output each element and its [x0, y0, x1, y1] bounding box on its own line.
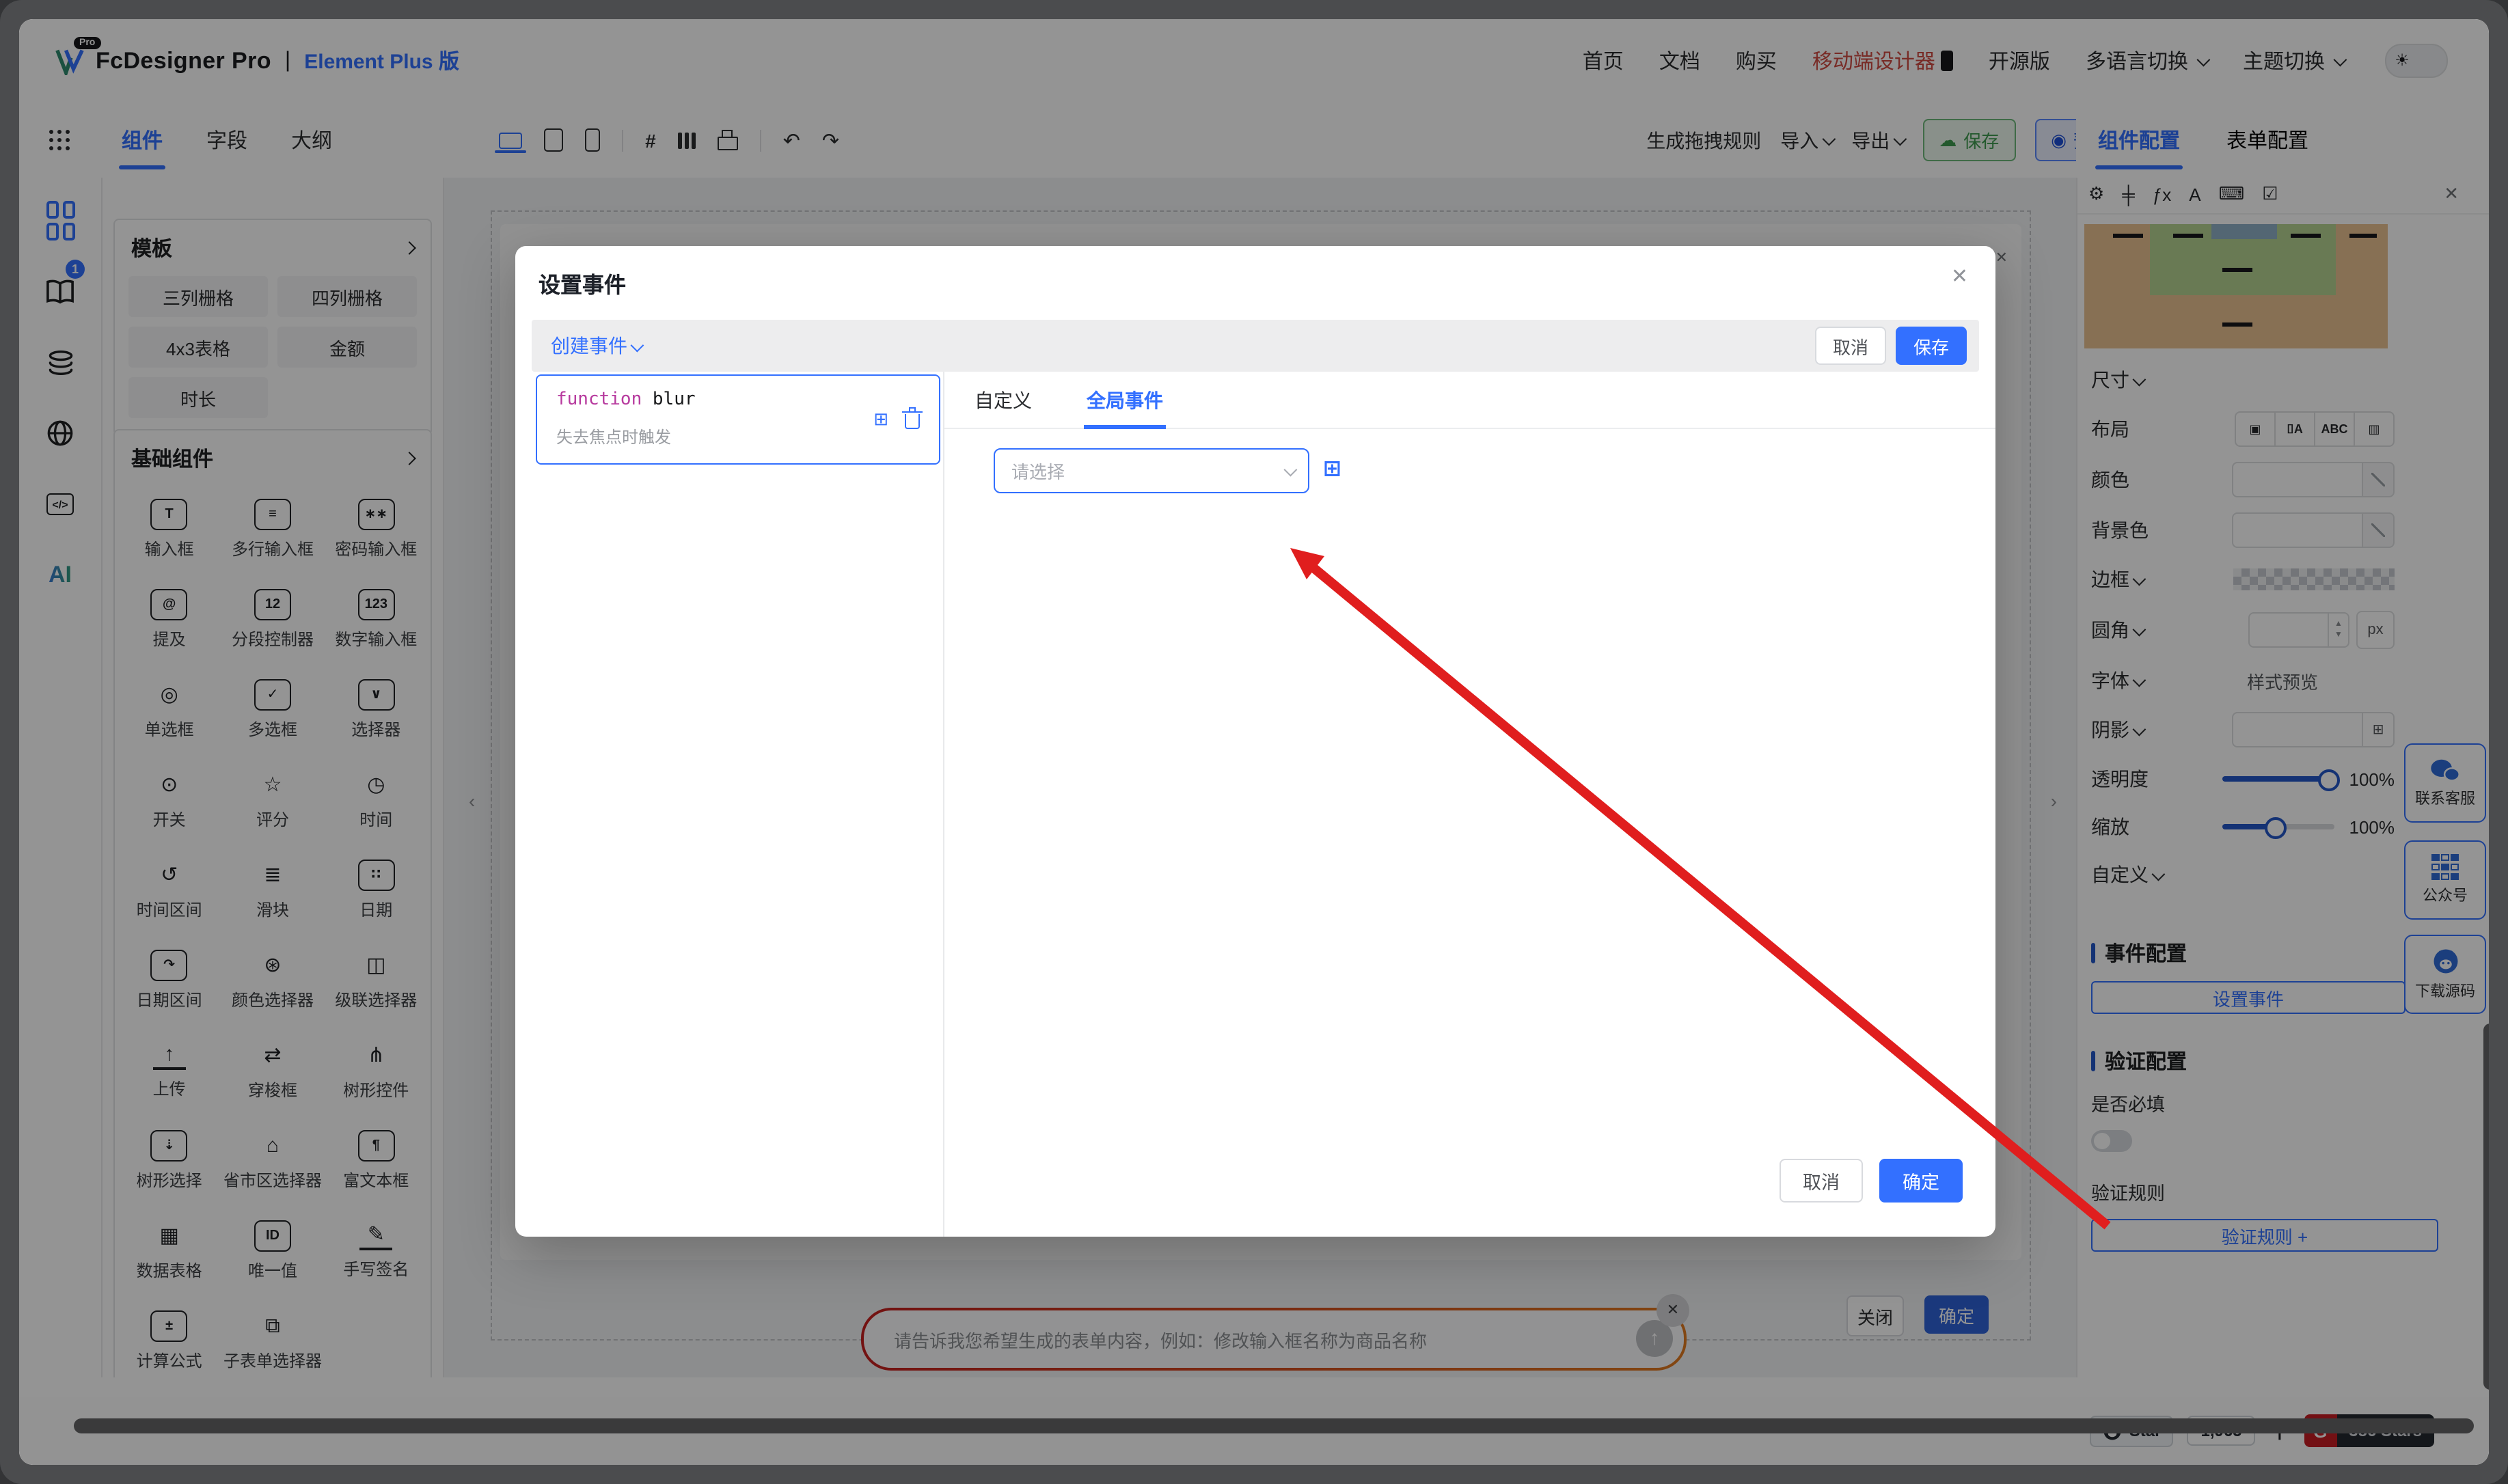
- global-event-select[interactable]: 请选择: [994, 448, 1309, 493]
- modal-confirm-button[interactable]: 确定: [1879, 1159, 1963, 1203]
- delete-event-icon[interactable]: [905, 414, 920, 429]
- modal-header-strip: 创建事件 取消 保存: [532, 320, 1979, 372]
- set-event-modal: 设置事件 ✕ 创建事件 取消 保存 function blur 失去焦点时触发 …: [515, 246, 1995, 1237]
- create-event-dropdown[interactable]: 创建事件: [551, 332, 641, 359]
- tab-自定义[interactable]: 自定义: [974, 372, 1032, 428]
- chevron-down-icon: [631, 338, 644, 352]
- event-cancel-button[interactable]: 取消: [1815, 327, 1886, 365]
- event-card-blur[interactable]: function blur 失去焦点时触发 ⊞: [536, 374, 940, 465]
- event-editor-tabs: 自定义全局事件: [944, 372, 1995, 429]
- add-global-event-icon[interactable]: ⊞: [1323, 455, 1341, 482]
- copy-event-icon[interactable]: ⊞: [873, 409, 888, 430]
- event-list-panel: function blur 失去焦点时触发 ⊞: [515, 372, 944, 1237]
- modal-cancel-button[interactable]: 取消: [1780, 1159, 1863, 1203]
- event-editor-panel: 自定义全局事件 请选择 ⊞ 取消 确定: [944, 372, 1995, 1237]
- event-save-button[interactable]: 保存: [1896, 327, 1967, 365]
- event-signature: function blur: [556, 389, 696, 410]
- select-placeholder: 请选择: [1011, 458, 1065, 484]
- event-description: 失去焦点时触发: [556, 425, 671, 448]
- chevron-down-icon: [1284, 463, 1298, 477]
- tab-全局事件[interactable]: 全局事件: [1087, 372, 1163, 428]
- modal-title: 设置事件: [539, 266, 626, 299]
- modal-close-icon[interactable]: ✕: [1951, 264, 1968, 288]
